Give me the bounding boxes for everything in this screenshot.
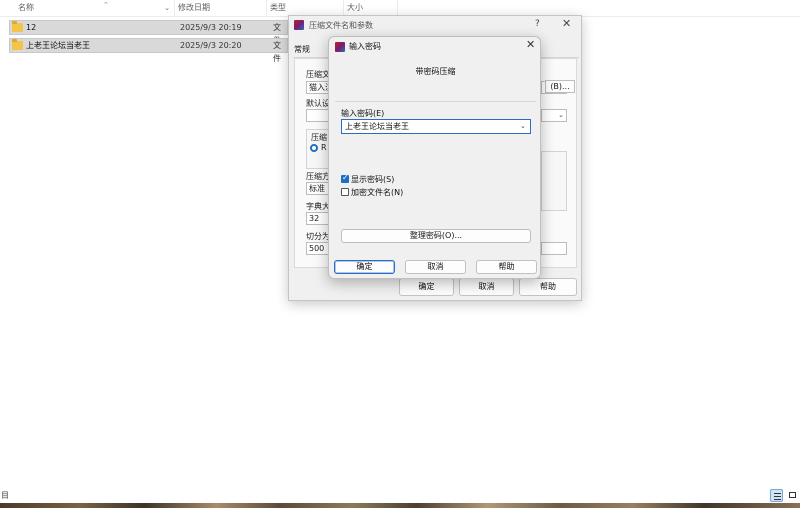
format-group-label: 压缩 bbox=[311, 133, 327, 142]
format-radio-label: R bbox=[321, 143, 327, 152]
close-icon[interactable]: ✕ bbox=[526, 38, 535, 51]
split-label: 切分为 bbox=[306, 232, 330, 241]
tab-general[interactable]: 常规 bbox=[294, 44, 310, 55]
profile-dropdown[interactable]: ⌄ bbox=[541, 109, 567, 122]
help-icon[interactable]: ? bbox=[535, 19, 540, 29]
column-header-date-label: 修改日期 bbox=[178, 3, 210, 12]
file-name: 12 bbox=[26, 23, 37, 32]
dict-size-label: 字典大 bbox=[306, 202, 330, 211]
thumbnail-icon bbox=[789, 492, 796, 498]
archive-name-label: 压缩文 bbox=[306, 70, 330, 79]
chevron-down-icon[interactable]: ⌄ bbox=[520, 122, 526, 130]
details-view-button[interactable] bbox=[770, 489, 783, 502]
ok-label: 确定 bbox=[356, 262, 373, 271]
file-row-folder[interactable]: 上老王论坛当老王 2025/9/3 20:20 文件 bbox=[9, 38, 288, 63]
back-ok-label: 确定 bbox=[418, 282, 435, 291]
dialog-title: 压缩文件名和参数 bbox=[309, 21, 373, 30]
split-unit-field[interactable] bbox=[541, 242, 567, 255]
back-cancel-label: 取消 bbox=[478, 282, 495, 291]
list-lines-icon-part bbox=[774, 499, 781, 500]
list-lines-icon bbox=[774, 493, 781, 494]
cancel-label: 取消 bbox=[427, 262, 444, 271]
status-text: 目 bbox=[1, 491, 9, 500]
method-label: 压缩方 bbox=[306, 172, 330, 181]
taskbar-wallpaper-strip bbox=[0, 503, 800, 508]
browse-button[interactable]: (B)... bbox=[545, 80, 575, 93]
column-header-date[interactable]: 修改日期 bbox=[175, 0, 267, 17]
winrar-app-icon bbox=[335, 42, 345, 52]
options-group bbox=[541, 151, 567, 211]
cancel-button[interactable]: 取消 bbox=[405, 260, 466, 274]
close-icon[interactable]: ✕ bbox=[562, 17, 571, 30]
encrypt-filenames-checkbox[interactable] bbox=[341, 188, 349, 196]
folder-icon bbox=[12, 21, 23, 32]
manage-passwords-button[interactable]: 整理密码(O)... bbox=[341, 229, 531, 243]
dict-size-value: 32 bbox=[309, 214, 320, 223]
help-label: 帮助 bbox=[498, 262, 515, 271]
column-header-name-label: 名称 bbox=[18, 3, 34, 12]
split-value: 500 bbox=[309, 244, 325, 253]
password-label: 输入密码(E) bbox=[341, 109, 385, 118]
file-date: 2025/9/3 20:20 bbox=[180, 41, 242, 50]
back-ok-button[interactable]: 确定 bbox=[399, 278, 454, 296]
file-date: 2025/9/3 20:19 bbox=[180, 23, 242, 32]
format-radio[interactable] bbox=[310, 144, 318, 152]
manage-passwords-label: 整理密码(O)... bbox=[409, 231, 463, 240]
method-value: 标准 bbox=[309, 184, 325, 193]
back-cancel-button[interactable]: 取消 bbox=[459, 278, 514, 296]
chevron-down-icon[interactable]: ⌄ bbox=[164, 0, 170, 16]
dialog-heading: 带密码压缩 bbox=[415, 67, 456, 76]
column-header-name[interactable]: 名称 ⌃ ⌄ bbox=[12, 0, 175, 17]
back-help-button[interactable]: 帮助 bbox=[519, 278, 577, 296]
password-input[interactable] bbox=[341, 119, 531, 134]
show-password-checkbox[interactable] bbox=[341, 173, 349, 183]
password-dialog: 输入密码 ✕ 带密码压缩 输入密码(E) ⌄ 显示密码(S) 加密文件名(N) … bbox=[328, 36, 541, 279]
back-help-label: 帮助 bbox=[540, 282, 556, 291]
list-lines-icon-part bbox=[774, 496, 781, 497]
encrypt-filenames-label: 加密文件名(N) bbox=[351, 188, 404, 197]
winrar-app-icon bbox=[294, 20, 304, 30]
folder-icon bbox=[12, 39, 23, 50]
sort-chevron-up-icon: ⌃ bbox=[103, 1, 109, 9]
separator bbox=[335, 101, 536, 102]
default-profile-label: 默认设 bbox=[306, 99, 330, 108]
column-header-size-label: 大小 bbox=[347, 3, 363, 12]
help-button[interactable]: 帮助 bbox=[476, 260, 537, 274]
file-name: 上老王论坛当老王 bbox=[26, 41, 90, 50]
browse-button-label: (B)... bbox=[550, 82, 570, 91]
column-header-type-label: 类型 bbox=[270, 3, 286, 12]
file-row-12[interactable]: 12 2025/9/3 20:19 文件 bbox=[9, 20, 288, 45]
chevron-down-icon: ⌄ bbox=[558, 111, 564, 119]
ok-button[interactable]: 确定 bbox=[334, 260, 395, 274]
file-type: 文件 bbox=[273, 41, 281, 63]
show-password-label: 显示密码(S) bbox=[351, 175, 395, 184]
thumbnail-view-button[interactable] bbox=[786, 489, 799, 502]
dialog-title: 输入密码 bbox=[349, 42, 381, 51]
